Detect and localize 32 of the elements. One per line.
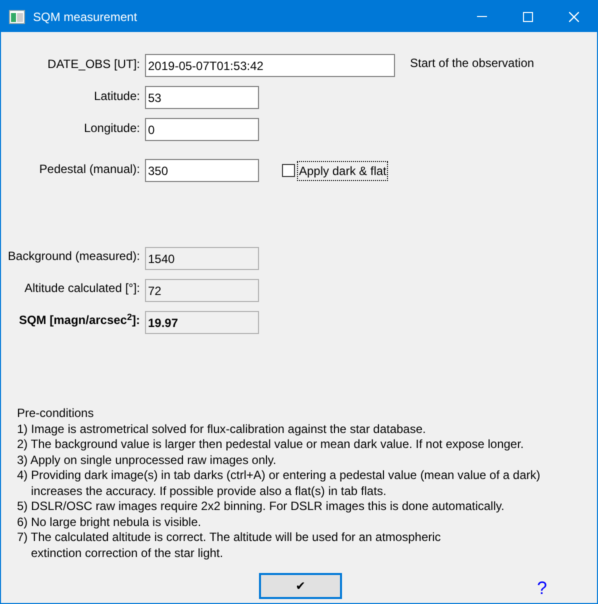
result-label: Background (measured): [6,248,141,265]
precondition-line: 5) DSLR/OSC raw images require 2x2 binning. For DSLR images this is done automatically. [17,499,506,514]
field-label: Longitude: [82,120,141,137]
result-label: Altitude calculated [°]: [23,280,141,297]
input-field[interactable]: 53 [145,86,259,109]
readonly-field[interactable]: 19.97 [145,311,259,334]
field-note: Start of the observation [410,55,534,72]
input-field[interactable]: 2019-05-07T01:53:42 [145,54,395,77]
field-label: Latitude: [92,88,141,105]
precondition-line: 6) No large bright nebula is visible. [17,514,202,530]
result-label: SQM [magn/arcsec$^{2}$]: [18,311,141,329]
input-field[interactable]: 0 [145,118,259,141]
app-icon [9,10,25,24]
minimize-icon [477,16,487,17]
readonly-field[interactable]: 1540 [145,247,259,270]
field-label: DATE_OBS [UT]: [46,56,141,73]
precondition-line: 1) Image is astrometrical solved for flux-calibration against the star database. [17,422,427,437]
maximize-icon [523,12,533,22]
precondition-line: 7) The calculated altitude is correct. The altitude will be used for an atmospheric [17,530,442,546]
window-title: SQM measurement [33,8,138,26]
precondition-line: Pre-conditions [17,406,95,422]
close-icon [569,12,579,22]
precondition-line: extinction correction of the star light. [30,546,224,561]
readonly-field[interactable]: 72 [145,279,259,302]
field-label: Pedestal (manual): [38,161,141,178]
input-field[interactable]: 350 [145,159,259,182]
precondition-line: 4) Providing dark image(s) in tab darks (ctrl+A) or entering a pedestal value (mean value of a dark) [17,468,542,484]
precondition-line: increases the accuracy. If possible provide also a flat(s) in tab flats. [30,484,388,499]
precondition-line: 3) Apply on single unprocessed raw images only. [17,452,278,468]
help-link[interactable]: ? [537,575,548,602]
ok-button[interactable]: ✔ [259,573,342,599]
precondition-line: 2) The background value is larger then pedestal value or mean dark value. If not expose longer. [17,437,525,452]
